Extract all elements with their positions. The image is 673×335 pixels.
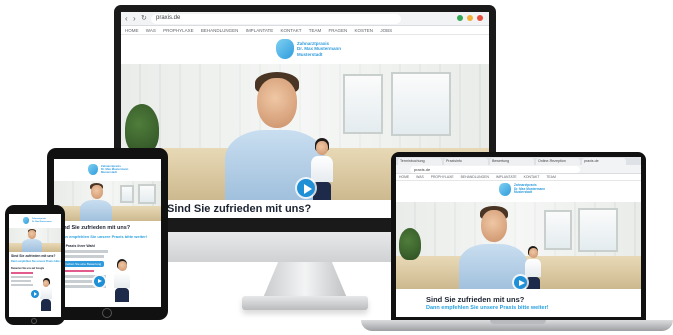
macbook-screen: Terminbuchung Praxisinfo Bewertung Onlin… xyxy=(396,157,641,317)
bookmark-item[interactable]: HOME xyxy=(399,175,409,179)
bookmarks-bar: HOME WAS PROPHYLAXE BEHANDLUNGEN IMPLANT… xyxy=(396,174,641,181)
bookmark-item[interactable]: PROPHYLAXE xyxy=(431,175,454,179)
page-subline: Dann empfehlen Sie unsere Praxis bitte w… xyxy=(11,260,61,263)
tooth-logo-icon xyxy=(276,39,294,59)
logo-line: Dr. Max Mustermann xyxy=(297,46,342,52)
extension-icon[interactable] xyxy=(477,15,483,21)
tooth-logo-icon xyxy=(499,183,511,196)
tab-strip: Terminbuchung Praxisinfo Bewertung Onlin… xyxy=(396,157,641,165)
browser-tab-active[interactable]: praxis.de xyxy=(582,158,626,165)
imac-stand-foot xyxy=(242,296,368,310)
reload-icon[interactable]: ↻ xyxy=(141,14,147,22)
iphone-screen: Zahnarztpraxis Dr. Max Mustermann Sind S… xyxy=(9,214,61,317)
logo-line: Musterstadt xyxy=(101,170,117,175)
logo-line: Musterstadt xyxy=(514,190,533,195)
page-headline: Sind Sie zufrieden mit uns? xyxy=(426,295,525,304)
address-bar[interactable]: praxis.de xyxy=(151,14,401,24)
browser-tab[interactable]: Online-Rezeption xyxy=(536,158,580,165)
back-icon[interactable]: ‹ xyxy=(125,14,128,23)
page-headline: Sind Sie zufrieden mit uns? xyxy=(167,203,312,215)
bookmark-item[interactable]: PROPHYLAXE xyxy=(163,28,194,33)
bookmark-item[interactable]: JOBS xyxy=(380,28,392,33)
browser-tab[interactable]: Bewertung xyxy=(490,158,534,165)
hero-image xyxy=(396,202,641,289)
page-subline: Dann empfehlen Sie unsere Praxis bitte w… xyxy=(426,305,549,311)
extension-icon[interactable] xyxy=(467,15,473,21)
ipad-screen: Zahnarztpraxis Dr. Max Mustermann Muster… xyxy=(54,159,161,307)
page-headline: Sind Sie zufrieden mit uns? xyxy=(58,225,131,231)
logo-line: Musterstadt xyxy=(297,51,323,57)
hero-image xyxy=(9,228,61,252)
forward-icon[interactable]: › xyxy=(133,14,136,23)
tooth-logo-icon xyxy=(88,164,98,175)
browser-toolbar: ‹ › ↻ praxis.de xyxy=(121,12,489,26)
url-text: praxis.de xyxy=(414,167,431,172)
bookmark-item[interactable]: HOME xyxy=(125,28,139,33)
bookmark-item[interactable]: KONTAKT xyxy=(524,175,540,179)
assistant-avatar xyxy=(39,278,53,312)
bookmark-item[interactable]: IMPLANTATE xyxy=(496,175,517,179)
bookmark-item[interactable]: FRAGEN xyxy=(329,28,348,33)
browser-tab[interactable]: Terminbuchung xyxy=(398,158,442,165)
bookmark-item[interactable]: TEAM xyxy=(546,175,555,179)
bookmarks-bar: HOME WAS PROPHYLAXE BEHANDLUNGEN IMPLANT… xyxy=(121,26,489,35)
bookmark-item[interactable]: WAS xyxy=(146,28,156,33)
tooth-logo-icon xyxy=(23,217,29,224)
play-video-button[interactable] xyxy=(514,276,527,289)
site-logo[interactable]: Zahnarztpraxis Dr. Max Mustermann xyxy=(23,217,52,224)
browser-toolbar: praxis.de xyxy=(396,165,641,174)
hero-image xyxy=(54,181,161,221)
address-bar[interactable]: praxis.de xyxy=(410,166,580,173)
bookmark-item[interactable]: KOSTEN xyxy=(355,28,374,33)
macbook-notch xyxy=(490,320,546,324)
bookmark-item[interactable]: BEHANDLUNGEN xyxy=(201,28,239,33)
bookmark-item[interactable]: TEAM xyxy=(309,28,322,33)
site-logo[interactable]: Zahnarztpraxis Dr. Max Mustermann Muster… xyxy=(499,183,545,196)
bookmark-item[interactable]: KONTAKT xyxy=(281,28,302,33)
imac-stand xyxy=(263,262,347,298)
browser-tab[interactable]: Praxisinfo xyxy=(444,158,488,165)
home-button[interactable] xyxy=(102,308,112,318)
page-headline: Sind Sie zufrieden mit uns? xyxy=(11,254,56,258)
page-subline: Dann empfehlen Sie unsere Praxis bitte w… xyxy=(58,234,148,239)
dentist-photo xyxy=(78,183,114,221)
play-video-button[interactable] xyxy=(31,290,39,298)
logo-line: Dr. Max Mustermann xyxy=(32,220,52,223)
url-text: praxis.de xyxy=(156,15,181,21)
bookmark-item[interactable]: IMPLANTATE xyxy=(246,28,274,33)
extension-icon[interactable] xyxy=(457,15,463,21)
assistant-avatar xyxy=(112,259,132,303)
site-logo[interactable]: Zahnarztpraxis Dr. Max Mustermann Muster… xyxy=(276,39,341,59)
play-video-button[interactable] xyxy=(297,179,315,197)
section-title: Bewerten Sie uns auf Google xyxy=(11,267,45,270)
dentist-photo xyxy=(21,229,43,252)
site-logo[interactable]: Zahnarztpraxis Dr. Max Mustermann Muster… xyxy=(88,164,128,175)
home-button[interactable] xyxy=(31,318,37,324)
bookmark-item[interactable]: BEHANDLUNGEN xyxy=(461,175,489,179)
play-video-button[interactable] xyxy=(94,276,105,287)
bookmark-item[interactable]: WAS xyxy=(416,175,424,179)
